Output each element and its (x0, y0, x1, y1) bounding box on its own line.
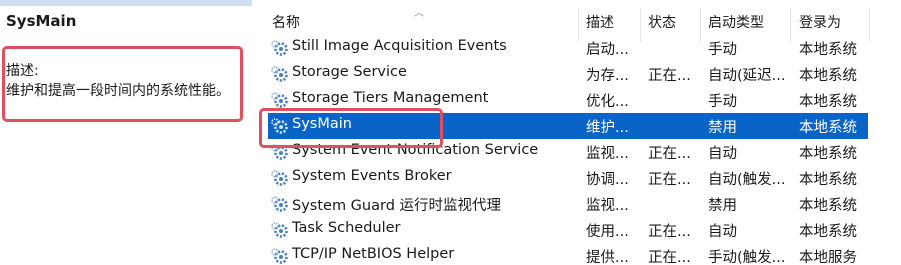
service-name: Task Scheduler (292, 220, 401, 236)
gear-icon (271, 40, 288, 56)
gear-icon (271, 66, 288, 82)
service-description: 为存... (586, 68, 629, 84)
column-header-status[interactable]: 状态 (648, 12, 676, 32)
description-panel: SysMain 描述: 维护和提高一段时间内的系统性能。 (0, 0, 262, 265)
column-header-startup-type[interactable]: 启动类型 (708, 12, 764, 32)
gear-icon (271, 170, 288, 186)
annotation-highlight-description (2, 46, 243, 122)
service-status: 正在... (648, 250, 691, 265)
column-header-log-on-as[interactable]: 登录为 (799, 12, 841, 32)
service-status: 正在... (648, 172, 691, 188)
annotation-highlight-sysmain (259, 108, 443, 148)
table-row[interactable]: Task Scheduler 使用... 正在... 自动 本地系统 (262, 217, 901, 243)
gear-icon (271, 248, 288, 264)
table-row[interactable]: Still Image Acquisition Events 启动... 手动 本地系… (262, 35, 901, 61)
service-log-on-as: 本地系统 (799, 94, 857, 110)
service-log-on-as: 本地系统 (799, 146, 857, 162)
service-log-on-as: 本地系统 (799, 198, 857, 214)
table-row[interactable]: System Events Broker 协调... 正在... 自动(触发... 本地… (262, 165, 901, 191)
sort-ascending-icon[interactable]: ︿ (414, 4, 424, 19)
service-startup-type: 禁用 (708, 198, 737, 214)
service-description: 协调... (586, 172, 629, 188)
gear-icon (271, 222, 288, 238)
service-startup-type: 手动 (708, 94, 737, 110)
service-status: 正在... (648, 146, 691, 162)
service-startup-type: 手动 (708, 42, 737, 58)
panel-top-strip (0, 0, 252, 6)
column-header-row: ︿ 名称 描述 状态 启动类型 登录为 (262, 8, 901, 42)
service-log-on-as: 本地服务 (799, 250, 857, 265)
service-description: 监视... (586, 198, 629, 214)
service-startup-type: 自动(触发... (708, 172, 786, 188)
column-header-name[interactable]: 名称 (272, 12, 300, 32)
table-row[interactable]: TCP/IP NetBIOS Helper 提供... 正在... 手动(触发... 本… (262, 243, 901, 265)
column-header-description[interactable]: 描述 (586, 12, 614, 32)
service-log-on-as: 本地系统 (799, 120, 857, 136)
table-row[interactable]: System Guard 运行时监视代理 监视... 禁用 本地系统 (262, 191, 901, 217)
services-window: SysMain 描述: 维护和提高一段时间内的系统性能。 ︿ 名称 描述 状态 … (0, 0, 901, 265)
gear-icon (271, 92, 288, 108)
service-name: TCP/IP NetBIOS Helper (292, 246, 455, 262)
service-name: Still Image Acquisition Events (292, 38, 507, 54)
service-log-on-as: 本地系统 (799, 224, 857, 240)
service-log-on-as: 本地系统 (799, 172, 857, 188)
service-description: 启动... (586, 42, 629, 58)
service-description: 监视... (586, 146, 629, 162)
service-status: 正在... (648, 224, 691, 240)
service-description: 使用... (586, 224, 629, 240)
service-title: SysMain (6, 12, 77, 30)
service-log-on-as: 本地系统 (799, 42, 857, 58)
service-name: Storage Tiers Management (292, 90, 489, 106)
service-startup-type: 自动 (708, 146, 737, 162)
service-startup-type: 自动(延迟... (708, 68, 786, 84)
gear-icon (271, 196, 288, 212)
service-description: 维护... (586, 120, 629, 136)
service-name: System Guard 运行时监视代理 (292, 198, 502, 214)
table-row[interactable]: Storage Service 为存... 正在... 自动(延迟... 本地系统 (262, 61, 901, 87)
service-description: 优化... (586, 94, 629, 110)
service-status: 正在... (648, 68, 691, 84)
service-description: 提供... (586, 250, 629, 265)
service-log-on-as: 本地系统 (799, 68, 857, 84)
service-name: System Events Broker (292, 168, 452, 184)
service-name: Storage Service (292, 64, 407, 80)
service-startup-type: 手动(触发... (708, 250, 786, 265)
service-startup-type: 自动 (708, 224, 737, 240)
service-startup-type: 禁用 (708, 120, 737, 136)
